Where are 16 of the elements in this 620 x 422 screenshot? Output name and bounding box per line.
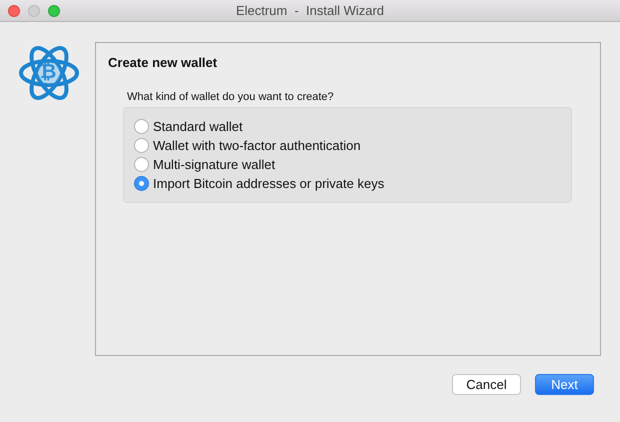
radio-button[interactable] — [134, 118, 149, 134]
zoom-button[interactable] — [48, 5, 60, 17]
radio-button[interactable] — [134, 156, 149, 172]
radio-button[interactable] — [134, 176, 149, 190]
page-title: Create new wallet — [108, 55, 218, 70]
cancel-button[interactable]: Cancel — [452, 374, 521, 395]
window-title: Electrum - Install Wizard — [236, 3, 384, 18]
option-label: Wallet with two-factor authentication — [153, 138, 361, 152]
radio-button[interactable] — [134, 138, 149, 152]
question-label: What kind of wallet do you want to create? — [127, 91, 335, 103]
minimize-button[interactable] — [28, 5, 40, 17]
option-label: Standard wallet — [153, 118, 243, 134]
option-label: Multi-signature wallet — [153, 156, 276, 172]
option-label: Import Bitcoin addresses or private keys — [153, 176, 384, 190]
next-button[interactable]: Next — [535, 374, 594, 395]
close-button[interactable] — [8, 5, 20, 17]
